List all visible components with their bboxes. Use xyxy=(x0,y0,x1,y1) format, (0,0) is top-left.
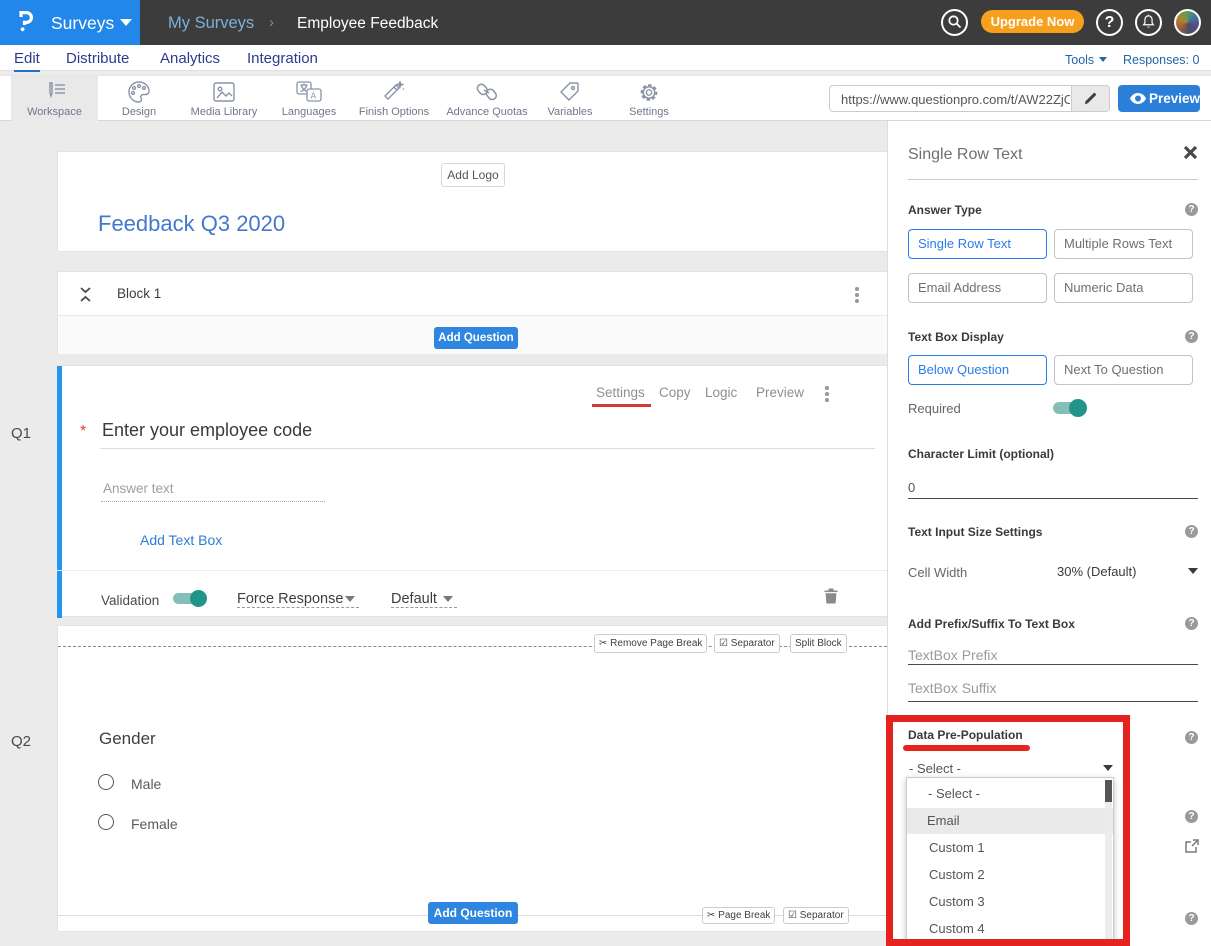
svg-text:A: A xyxy=(311,91,317,101)
